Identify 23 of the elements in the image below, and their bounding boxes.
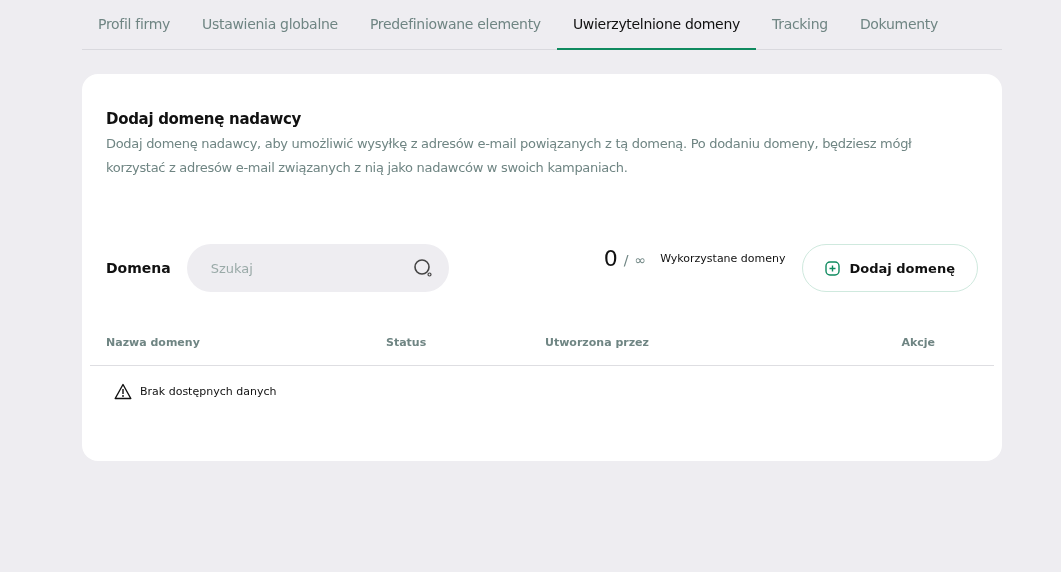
column-header: Akcje: [901, 336, 935, 349]
section-description: Dodaj domenę nadawcy, aby umożliwić wysyłkę z adresów e-mail powiązanych z tą domeną. Po dodaniu domeny, będziesz mógł korzystać z adresów e-mail związanych z nią jako nadawców w swoich kampaniach.: [106, 135, 913, 177]
section-title: Dodaj domenę nadawcy: [106, 110, 303, 128]
plus-icon: [824, 260, 840, 276]
usage-count: 0: [603, 246, 618, 271]
tab[interactable]: Dokumenty: [843, 0, 954, 50]
usage-label: Wykorzystane domeny: [660, 252, 786, 265]
tab[interactable]: Uwierzytelnione domeny: [556, 0, 756, 50]
add-domain-button[interactable]: Dodaj domenę: [801, 244, 978, 292]
search-field[interactable]: Szukaj: [186, 244, 449, 292]
column-header: Status: [386, 336, 428, 349]
column-header: Utworzona przez: [545, 336, 650, 349]
tab[interactable]: Predefiniowane elementy: [353, 0, 557, 50]
tab[interactable]: Ustawienia globalne: [186, 0, 354, 50]
search-icon: [412, 258, 433, 278]
tab[interactable]: Profil firmy: [82, 0, 187, 50]
filter-label: Domena: [106, 260, 171, 276]
usage-separator: /: [623, 252, 629, 268]
empty-message: Brak dostępnych danych: [140, 385, 277, 398]
column-header: Nazwa domeny: [106, 336, 201, 349]
tab[interactable]: Tracking: [756, 0, 844, 50]
warning-icon: [114, 383, 132, 400]
usage-limit: ∞: [634, 252, 647, 268]
